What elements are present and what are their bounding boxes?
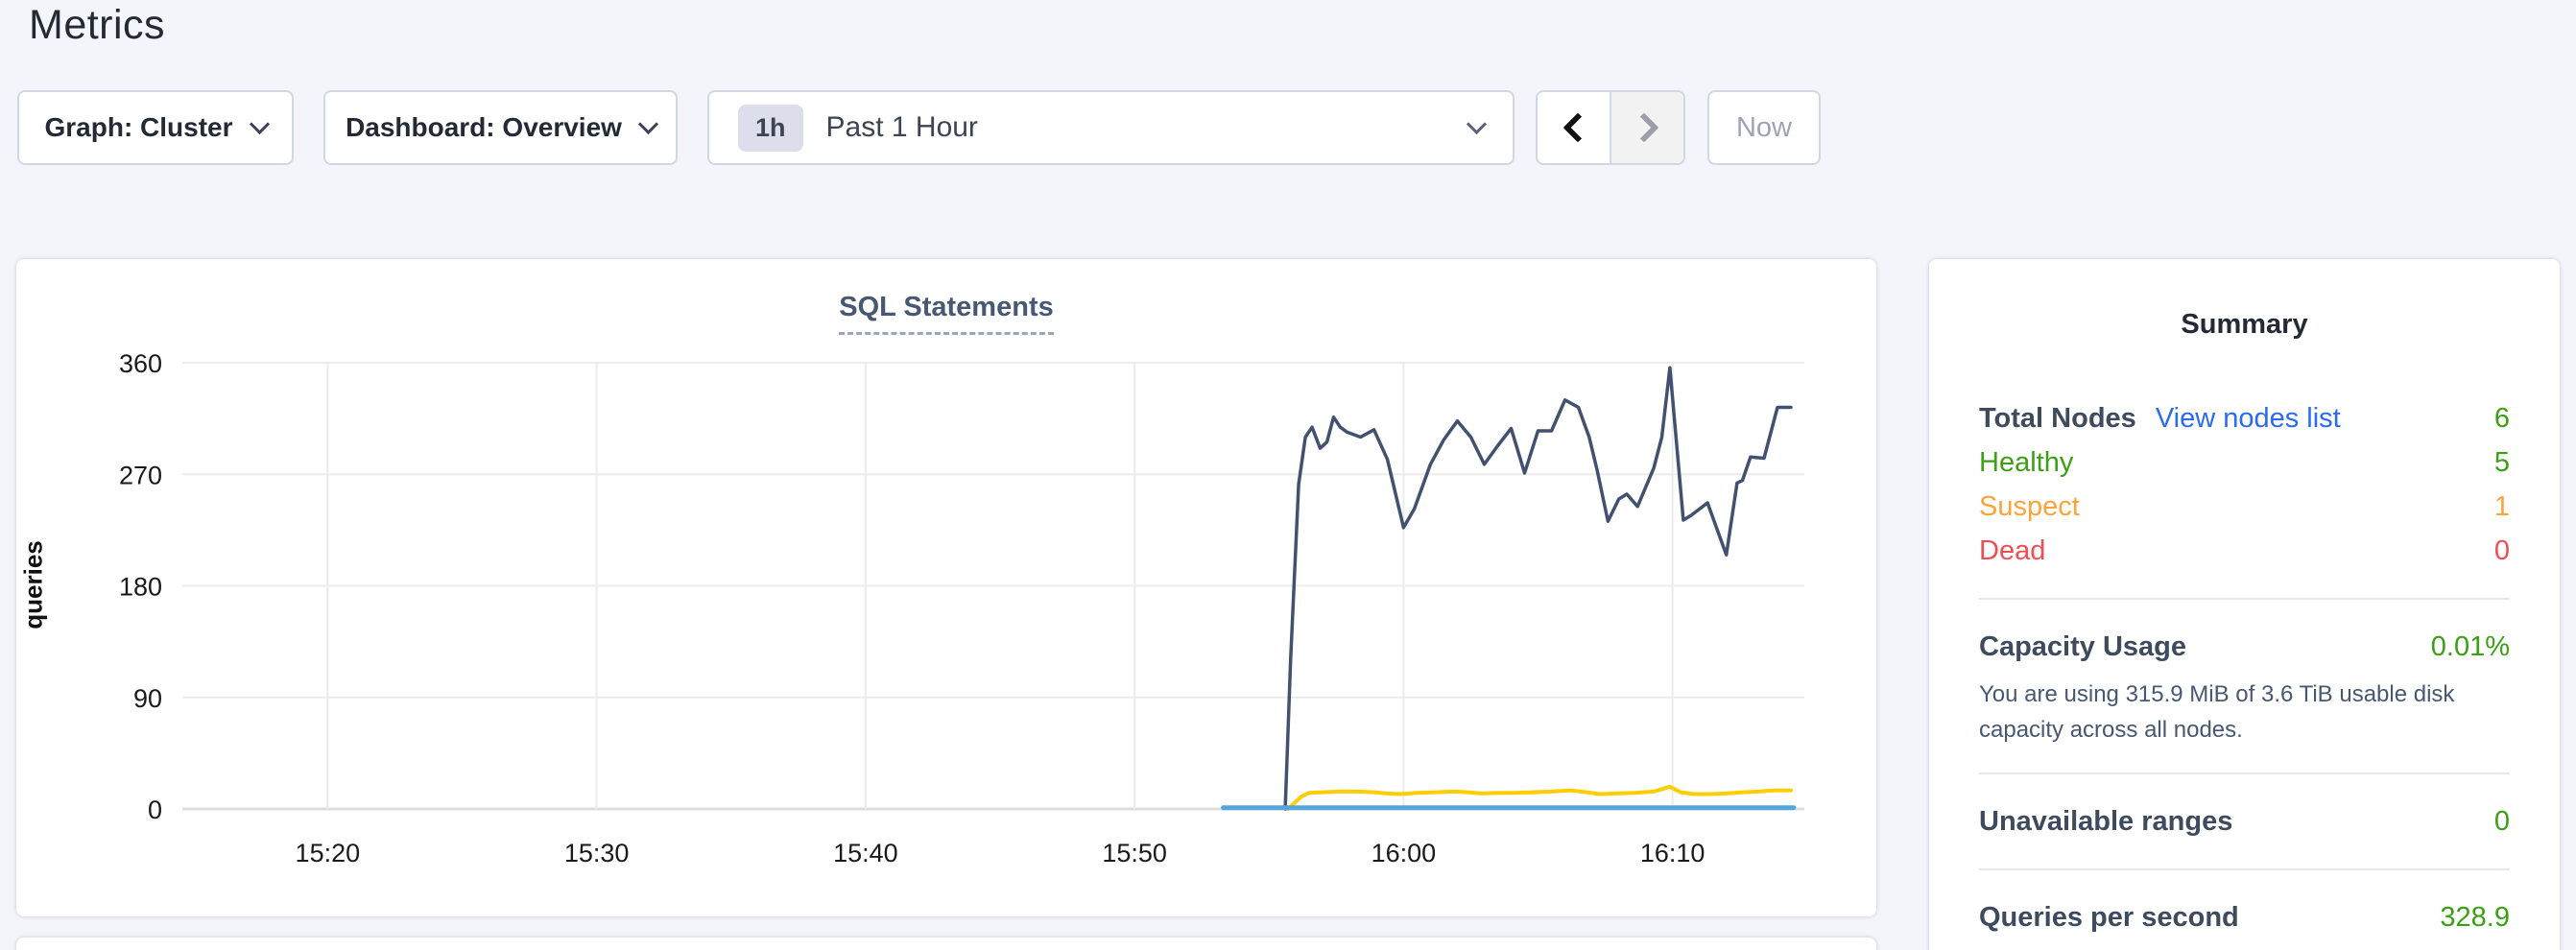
summary-panel: Summary Total Nodes View nodes list 6 He… [1929, 259, 2560, 950]
unavailable-ranges-label: Unavailable ranges [1979, 799, 2232, 843]
divider [1979, 598, 2510, 600]
capacity-usage-label: Capacity Usage [1979, 625, 2186, 669]
view-nodes-list-link[interactable]: View nodes list [2156, 396, 2341, 440]
x-tick-label: 16:10 [1640, 839, 1705, 867]
prev-time-window-button[interactable] [1538, 92, 1610, 163]
x-tick-label: 15:30 [564, 839, 630, 867]
y-tick-label: 360 [119, 349, 162, 378]
suspect-nodes-row: Suspect 1 [1979, 485, 2510, 529]
metrics-page: Metrics Graph: Cluster Dashboard: Overvi… [0, 0, 2576, 950]
suspect-nodes-label: Suspect [1979, 485, 2080, 529]
suspect-nodes-value: 1 [2494, 485, 2510, 529]
chevron-down-icon [249, 113, 269, 133]
queries-per-second-value: 328.9 [2440, 895, 2510, 939]
total-nodes-value: 6 [2494, 396, 2510, 440]
graph-selector-label: Graph: Cluster [44, 112, 232, 143]
dead-nodes-row: Dead 0 [1979, 529, 2510, 573]
chevron-left-icon [1562, 112, 1592, 142]
x-tick-label: 16:00 [1371, 839, 1437, 867]
chevron-down-icon [638, 113, 658, 133]
dashboard-selector-label: Dashboard: Overview [346, 112, 622, 143]
capacity-usage-value: 0.01% [2431, 625, 2510, 669]
time-window-dropdown[interactable]: 1h Past 1 Hour [707, 90, 1515, 165]
x-tick-label: 15:40 [833, 839, 898, 867]
x-tick-label: 15:50 [1102, 839, 1167, 867]
unavailable-ranges-value: 0 [2494, 799, 2510, 843]
chart-title-wrap: SQL Statements [16, 292, 1876, 335]
sql-statements-chart-card: SQL Statements queries 15:2015:3015:4015… [16, 259, 1876, 916]
dashboard-selector-dropdown[interactable]: Dashboard: Overview [323, 90, 678, 165]
next-time-window-button[interactable] [1610, 92, 1683, 163]
dead-nodes-value: 0 [2494, 529, 2510, 573]
queries-per-second-row: Queries per second 328.9 [1979, 895, 2510, 939]
chevron-down-icon [1467, 113, 1487, 133]
unavailable-ranges-row: Unavailable ranges 0 [1979, 799, 2510, 843]
time-window-nav [1536, 90, 1685, 165]
chart-y-axis-label: queries [19, 461, 49, 710]
summary-title: Summary [1979, 309, 2510, 341]
y-tick-label: 0 [148, 796, 162, 824]
series-navy-line [1285, 368, 1791, 809]
healthy-nodes-label: Healthy [1979, 440, 2073, 485]
healthy-nodes-row: Healthy 5 [1979, 440, 2510, 485]
y-tick-label: 90 [133, 684, 162, 713]
queries-per-second-label: Queries per second [1979, 895, 2239, 939]
total-nodes-row: Total Nodes View nodes list 6 [1979, 396, 2510, 440]
sql-statements-chart[interactable]: 15:20 15:30 15:40 15:50 16:00 16:10 0 90 180 270 3… [16, 259, 1876, 916]
y-tick-label: 270 [119, 461, 162, 489]
capacity-usage-description: You are using 315.9 MiB of 3.6 TiB usabl… [1979, 677, 2510, 748]
y-tick-label: 180 [119, 573, 162, 602]
healthy-nodes-value: 5 [2494, 440, 2510, 485]
x-tick-label: 15:20 [296, 839, 361, 867]
dead-nodes-label: Dead [1979, 529, 2045, 573]
chart-title[interactable]: SQL Statements [839, 292, 1053, 335]
time-window-badge: 1h [738, 105, 803, 152]
total-nodes-label: Total Nodes [1979, 396, 2136, 440]
page-title: Metrics [29, 2, 165, 49]
chevron-right-icon [1629, 112, 1658, 142]
divider [1979, 868, 2510, 870]
divider [1979, 772, 2510, 774]
next-chart-card-partial [16, 938, 1876, 950]
graph-selector-dropdown[interactable]: Graph: Cluster [17, 90, 294, 165]
now-button[interactable]: Now [1707, 90, 1821, 165]
capacity-usage-row: Capacity Usage 0.01% [1979, 625, 2510, 669]
time-window-label: Past 1 Hour [826, 111, 978, 144]
